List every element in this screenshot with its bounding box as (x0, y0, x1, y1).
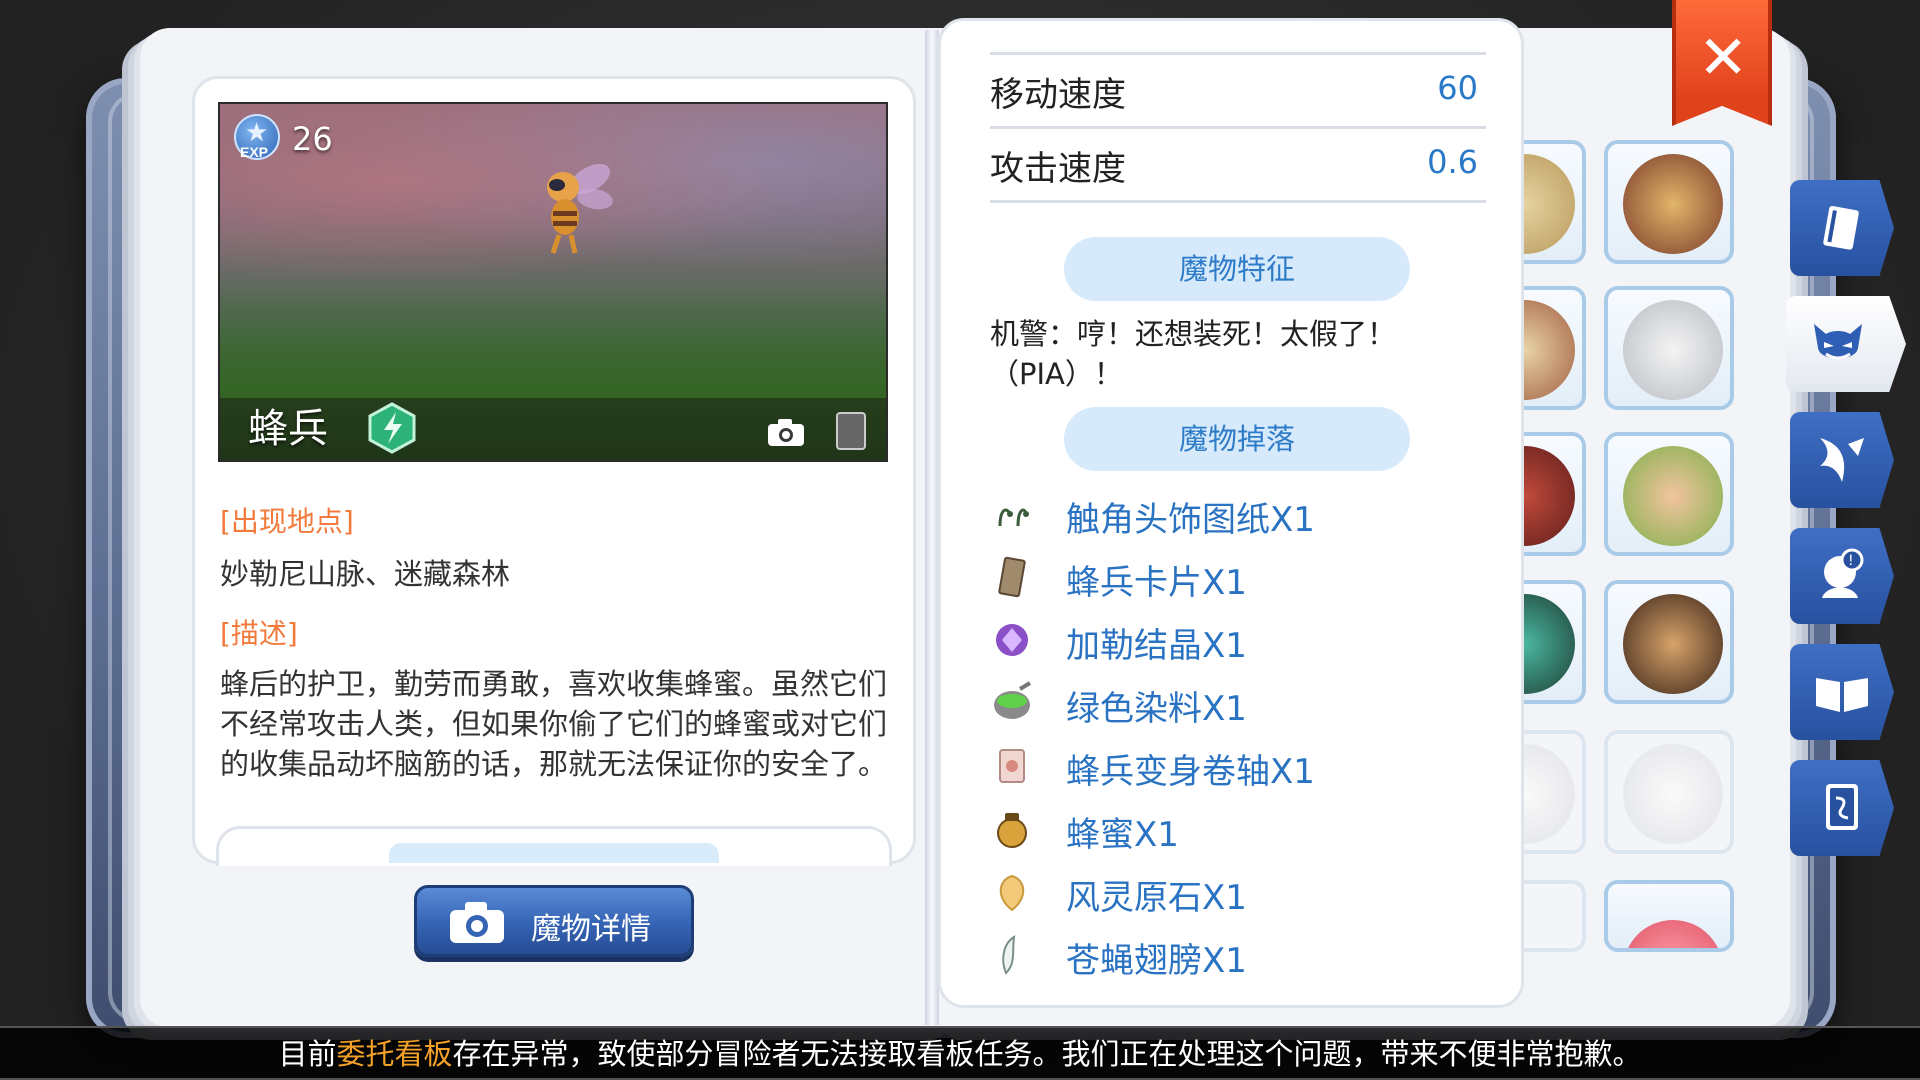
drop-item-name: 苍蝇翅膀X1 (1066, 941, 1247, 981)
drop-item[interactable]: 蜂蜜X1 (990, 803, 1470, 857)
card-icon (998, 556, 1026, 598)
camera-icon[interactable] (766, 416, 806, 448)
announcement-marquee: 目前委托看板存在异常，致使部分冒险者无法接取看板任务。我们正在处理这个问题，带来… (0, 1026, 1920, 1080)
drop-item[interactable]: 绿色染料X1 (990, 677, 1470, 731)
stat-label: 攻击速度 (990, 149, 1126, 189)
star-icon: ★ (245, 118, 269, 148)
drop-item[interactable]: 蜂兵卡片X1 (990, 551, 1470, 605)
features-header: 魔物特征 (1064, 237, 1410, 301)
announcement-prefix: 目前 (278, 1037, 337, 1071)
monster-grid-cell[interactable] (1604, 432, 1734, 556)
honey-jar-icon (997, 813, 1027, 848)
monster-name: 蜂兵 (248, 406, 328, 452)
drop-item-name: 触角头饰图纸X1 (1066, 500, 1315, 540)
lower-section-pill (389, 843, 719, 863)
monster-grid-cell[interactable] (1604, 580, 1734, 704)
drop-item-name: 加勒结晶X1 (1066, 626, 1247, 666)
location-label: [出现地点] (220, 505, 354, 538)
stat-value: 60 (1437, 69, 1478, 107)
preview-grass (220, 280, 886, 400)
drop-item[interactable]: 风灵原石X1 (990, 866, 1470, 920)
drop-item-name: 蜂兵卡片X1 (1066, 563, 1247, 603)
card-collection-icon (1826, 784, 1858, 830)
announcement-text: 存在异常，致使部分冒险者无法接取看板任务。我们正在处理这个问题，带来不便非常抱歉… (452, 1037, 1642, 1071)
bee-monster-icon (547, 163, 613, 254)
drop-item[interactable]: 触角头饰图纸X1 (990, 488, 1470, 542)
monster-grid-cell[interactable] (1604, 286, 1734, 410)
drop-item-name: 蜂蜜X1 (1066, 815, 1179, 855)
scroll-icon (999, 749, 1025, 783)
wind-element-icon (368, 402, 416, 454)
feature-quote: 机警：哼！还想装死！太假了！（PIA）！ (990, 317, 1397, 391)
drops-header: 魔物掉落 (1064, 407, 1410, 471)
exp-value: 26 (292, 120, 333, 158)
description-text: 蜂后的护卫，勤劳而勇敢，喜欢收集蜂蜜。虽然它们不经常攻击人类，但如果你偷了它们的… (220, 667, 888, 781)
tab-item-book[interactable] (1790, 180, 1894, 276)
tab-card[interactable] (1790, 760, 1894, 856)
tab-npc[interactable]: ! (1790, 528, 1894, 624)
exp-badge: ★ EXP (234, 114, 280, 160)
wind-stone-icon (999, 874, 1025, 912)
monster-face-icon (1814, 324, 1862, 360)
monster-grid-cell[interactable] (1604, 880, 1734, 952)
monster-grid-cell-locked[interactable] (1604, 730, 1734, 854)
pet-ear-icon (1820, 438, 1864, 482)
monster-card-icon[interactable] (836, 412, 866, 450)
stat-label: 移动速度 (990, 75, 1126, 115)
drop-item[interactable]: 苍蝇翅膀X1 (990, 929, 1470, 983)
stat-row-attack-speed: 攻击速度 0.6 (990, 126, 1486, 200)
book-spine (925, 30, 939, 1025)
exp-label: EXP (240, 144, 269, 160)
location-value: 妙勒尼山脉、迷藏森林 (220, 557, 511, 591)
drop-item-name: 绿色染料X1 (1066, 689, 1247, 729)
tab-manual[interactable] (1790, 644, 1894, 740)
tab-pet[interactable] (1790, 412, 1894, 508)
close-icon: ✕ (1698, 23, 1749, 93)
announcement-highlight: 委托看板 (336, 1037, 453, 1071)
monster-detail-button[interactable]: 魔物详情 (414, 885, 694, 957)
monster-grid-cell[interactable] (1604, 140, 1734, 264)
drop-item-name: 蜂兵变身卷轴X1 (1066, 752, 1315, 792)
npc-head-icon: ! (1822, 548, 1864, 598)
fly-wing-icon (1002, 935, 1016, 975)
camera-icon (450, 902, 504, 943)
crystal-icon (996, 624, 1028, 656)
book-icon (1823, 206, 1859, 250)
antenna-icon (998, 508, 1029, 527)
description-label: [描述] (220, 617, 298, 650)
stat-divider (990, 200, 1486, 203)
monster-preview: ★ EXP 26 蜂兵 (218, 102, 888, 462)
stat-value: 0.6 (1427, 143, 1478, 181)
drop-item-name: 风灵原石X1 (1066, 878, 1247, 918)
dye-bowl-icon (994, 681, 1032, 719)
lower-section-strip (216, 826, 892, 866)
tab-monster[interactable] (1786, 296, 1906, 392)
stat-row-move-speed: 移动速度 60 (990, 52, 1486, 126)
svg-text:!: ! (1848, 553, 1854, 569)
drop-item[interactable]: 蜂兵变身卷轴X1 (990, 740, 1470, 794)
drop-item[interactable]: 加勒结晶X1 (990, 614, 1470, 668)
open-book-icon (1816, 678, 1868, 712)
monster-detail-button-label: 魔物详情 (531, 912, 651, 947)
